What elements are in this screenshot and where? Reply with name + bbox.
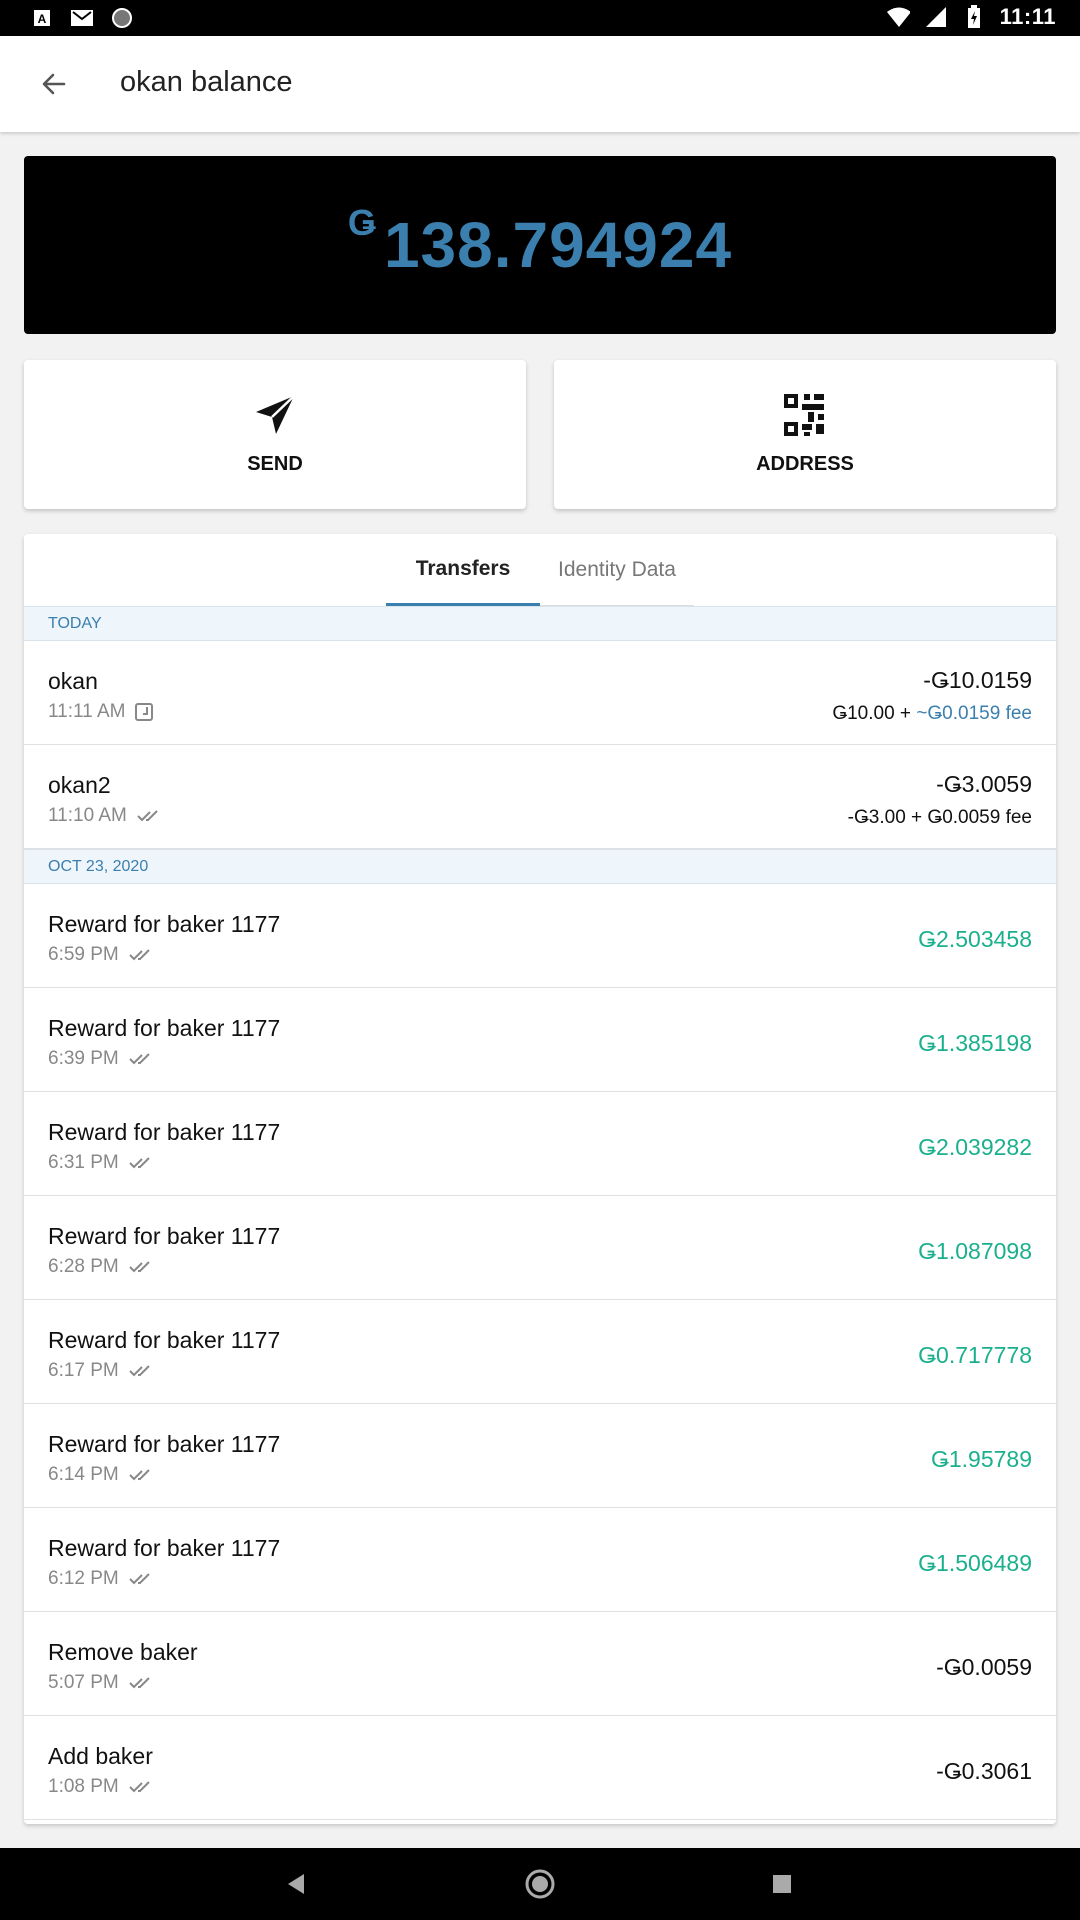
double-check-icon <box>129 1781 150 1793</box>
battery-icon <box>962 5 986 29</box>
transaction-name: Reward for baker 1177 <box>48 1223 281 1249</box>
nav-recents-icon[interactable] <box>764 1866 800 1902</box>
transaction-amount: Ǥ1.95789 <box>930 1446 1032 1472</box>
list-item[interactable]: Add baker 1:08 PM -Ǥ0.3061 <box>24 1716 1056 1820</box>
transaction-time: 6:17 PM <box>48 1360 119 1381</box>
app-bar: okan balance <box>0 36 1080 132</box>
a-icon: A <box>30 6 54 30</box>
send-label: SEND <box>247 453 303 475</box>
clock-icon <box>135 703 154 721</box>
transaction-name: Add baker <box>48 1743 153 1769</box>
transaction-time: 6:39 PM <box>48 1048 119 1069</box>
double-check-icon <box>129 1053 150 1065</box>
transaction-amount: Ǥ0.717778 <box>918 1342 1032 1368</box>
clock-time: 11:11 <box>999 4 1056 29</box>
list-item[interactable]: Reward for baker 1177 6:12 PM Ǥ1.506489 <box>24 1508 1056 1612</box>
list-item[interactable]: Reward for baker 1177 6:17 PM Ǥ0.717778 <box>24 1300 1056 1404</box>
fee-base: Ǥ10.00 + <box>832 703 917 724</box>
transaction-amount: Ǥ2.039282 <box>918 1134 1032 1160</box>
page-title: okan balance <box>120 66 293 98</box>
qr-code-icon <box>782 392 828 438</box>
list-item[interactable]: okan 11:11 AM -Ǥ10.0159 Ǥ10.00 + ~Ǥ0.015… <box>24 641 1056 745</box>
list-item[interactable]: Reward for baker 1177 6:14 PM Ǥ1.95789 <box>24 1404 1056 1508</box>
transaction-amount: Ǥ1.087098 <box>918 1238 1032 1264</box>
balance-panel: Ǥ 138.794924 <box>24 156 1056 334</box>
list-item[interactable]: Remove baker 5:07 PM -Ǥ0.0059 <box>24 1612 1056 1716</box>
list-item[interactable]: Reward for baker 1177 6:39 PM Ǥ1.385198 <box>24 988 1056 1092</box>
svg-text:A: A <box>38 12 47 26</box>
system-nav-bar <box>0 1848 1080 1920</box>
transaction-amount: Ǥ1.506489 <box>918 1550 1032 1576</box>
transaction-amount: -Ǥ10.0159 <box>923 667 1032 693</box>
send-icon <box>252 392 298 438</box>
transaction-name: Reward for baker 1177 <box>48 1015 281 1041</box>
transaction-name: Remove baker <box>48 1639 198 1665</box>
signal-icon <box>924 5 948 29</box>
double-check-icon <box>129 1261 150 1273</box>
double-check-icon <box>129 1469 150 1481</box>
transactions-card: Transfers Identity Data TODAY okan 11:11… <box>24 534 1056 1824</box>
double-check-icon <box>137 810 158 822</box>
address-label: ADDRESS <box>756 453 854 475</box>
double-check-icon <box>129 1573 150 1585</box>
tab-identity-data[interactable]: Identity Data <box>540 534 694 606</box>
tab-transfers[interactable]: Transfers <box>386 534 540 606</box>
list-item[interactable]: Reward for baker 1177 6:59 PM Ǥ2.503458 <box>24 884 1056 988</box>
address-button[interactable]: ADDRESS <box>554 360 1056 509</box>
tab-bar: Transfers Identity Data <box>386 534 694 606</box>
send-button[interactable]: SEND <box>24 360 526 509</box>
wifi-icon <box>886 5 910 29</box>
transaction-name: okan2 <box>48 772 111 798</box>
double-check-icon <box>129 949 150 961</box>
transaction-amount: Ǥ1.385198 <box>918 1030 1032 1056</box>
transaction-amount: -Ǥ0.0059 <box>936 1654 1032 1680</box>
transaction-time: 6:59 PM <box>48 944 119 965</box>
fee-estimate: ~Ǥ0.0159 fee <box>916 703 1032 724</box>
double-check-icon <box>129 1157 150 1169</box>
double-check-icon <box>129 1677 150 1689</box>
transaction-name: Reward for baker 1177 <box>48 1431 281 1457</box>
transaction-fee: -Ǥ3.00 + Ǥ0.0059 fee <box>848 807 1032 829</box>
transaction-name: Reward for baker 1177 <box>48 1327 281 1353</box>
transaction-time: 6:31 PM <box>48 1152 119 1173</box>
fee-base: -Ǥ3.00 + Ǥ0.0059 fee <box>847 807 1032 828</box>
transaction-name: okan <box>48 668 98 694</box>
transaction-time: 6:28 PM <box>48 1256 119 1277</box>
transaction-time: 5:07 PM <box>48 1672 119 1693</box>
nav-home-icon[interactable] <box>522 1866 558 1902</box>
transaction-amount: Ǥ2.503458 <box>918 926 1032 952</box>
double-check-icon <box>129 1365 150 1377</box>
section-header-today: TODAY <box>24 606 1056 641</box>
transaction-time: 6:14 PM <box>48 1464 119 1485</box>
currency-symbol: Ǥ <box>347 202 376 243</box>
transaction-time: 11:10 AM <box>48 805 127 826</box>
transaction-time: 6:12 PM <box>48 1568 119 1589</box>
transaction-fee: Ǥ10.00 + ~Ǥ0.0159 fee <box>832 703 1032 725</box>
back-arrow-icon[interactable] <box>34 64 74 104</box>
section-header-oct-23: OCT 23, 2020 <box>24 849 1056 884</box>
circle-icon <box>110 6 134 30</box>
balance-amount: 138.794924 <box>383 209 733 281</box>
transaction-name: Reward for baker 1177 <box>48 1535 281 1561</box>
transaction-amount: -Ǥ3.0059 <box>936 771 1032 797</box>
transaction-time: 11:11 AM <box>48 701 126 722</box>
transaction-name: Reward for baker 1177 <box>48 1119 281 1145</box>
list-item[interactable]: Reward for baker 1177 6:28 PM Ǥ1.087098 <box>24 1196 1056 1300</box>
gmail-icon <box>70 6 94 30</box>
list-item[interactable]: okan2 11:10 AM -Ǥ3.0059 -Ǥ3.00 + Ǥ0.0059… <box>24 745 1056 849</box>
transaction-time: 1:08 PM <box>48 1776 119 1797</box>
transaction-amount: -Ǥ0.3061 <box>936 1758 1032 1784</box>
transaction-name: Reward for baker 1177 <box>48 911 281 937</box>
status-bar: A 11:11 <box>0 0 1080 36</box>
nav-back-icon[interactable] <box>278 1866 314 1902</box>
list-item[interactable]: Reward for baker 1177 6:31 PM Ǥ2.039282 <box>24 1092 1056 1196</box>
